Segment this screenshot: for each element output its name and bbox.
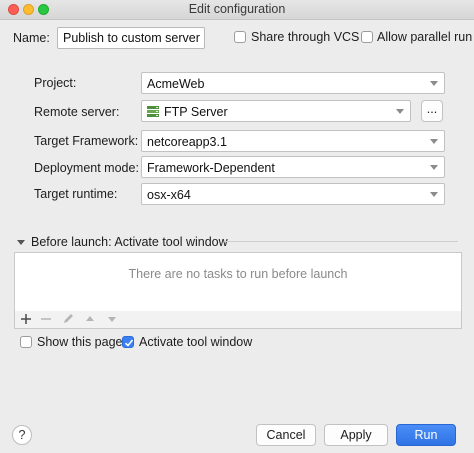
- edit-pencil-icon[interactable]: [61, 312, 75, 326]
- target-runtime-label: Target runtime:: [34, 187, 118, 201]
- remote-server-label: Remote server:: [34, 105, 120, 119]
- chevron-down-icon: [430, 165, 438, 170]
- share-vcs-label: Share through VCS: [251, 30, 360, 44]
- remote-server-value: FTP Server: [164, 105, 228, 119]
- target-runtime-value: osx-x64: [147, 188, 191, 202]
- name-input[interactable]: Publish to custom server: [57, 27, 205, 49]
- browse-servers-button[interactable]: ...: [421, 100, 443, 122]
- cancel-button[interactable]: Cancel: [256, 424, 316, 446]
- show-page-checkbox[interactable]: [20, 336, 32, 348]
- target-framework-select[interactable]: netcoreapp3.1: [141, 130, 445, 152]
- chevron-down-icon: [396, 109, 404, 114]
- project-label: Project:: [34, 76, 77, 90]
- chevron-down-icon: [430, 139, 438, 144]
- checkmark-icon: [124, 339, 134, 347]
- run-button[interactable]: Run: [396, 424, 456, 446]
- activate-tool-window-label: Activate tool window: [139, 335, 253, 349]
- apply-button[interactable]: Apply: [324, 424, 388, 446]
- before-launch-task-list[interactable]: There are no tasks to run before launch: [14, 252, 462, 312]
- move-down-icon[interactable]: [105, 312, 119, 326]
- project-value: AcmeWeb: [147, 77, 205, 91]
- allow-parallel-checkbox[interactable]: [361, 31, 373, 43]
- section-divider: [224, 241, 458, 242]
- task-list-toolbar: [14, 311, 462, 329]
- deployment-mode-label: Deployment mode:: [34, 161, 139, 175]
- target-runtime-select[interactable]: osx-x64: [141, 183, 445, 205]
- before-launch-title[interactable]: Before launch: Activate tool window: [31, 235, 228, 249]
- chevron-down-icon: [430, 81, 438, 86]
- title-bar: Edit configuration: [0, 0, 474, 20]
- move-up-icon[interactable]: [83, 312, 97, 326]
- edit-configuration-dialog: Edit configuration Name: Publish to cust…: [0, 0, 474, 453]
- allow-parallel-label: Allow parallel run: [377, 30, 473, 44]
- deployment-mode-value: Framework-Dependent: [147, 161, 275, 175]
- remote-server-select[interactable]: FTP Server: [141, 100, 411, 122]
- target-framework-label: Target Framework:: [34, 134, 139, 148]
- name-label: Name:: [13, 31, 50, 45]
- chevron-down-icon: [430, 192, 438, 197]
- activate-tool-window-checkbox[interactable]: [122, 336, 134, 348]
- project-select[interactable]: AcmeWeb: [141, 72, 445, 94]
- collapse-arrow-icon[interactable]: [17, 240, 25, 245]
- target-framework-value: netcoreapp3.1: [147, 135, 227, 149]
- remove-icon[interactable]: [39, 312, 53, 326]
- server-icon: [147, 106, 159, 117]
- deployment-mode-select[interactable]: Framework-Dependent: [141, 156, 445, 178]
- help-button[interactable]: ?: [12, 425, 32, 445]
- show-page-label: Show this page: [37, 335, 123, 349]
- empty-tasks-message: There are no tasks to run before launch: [128, 267, 348, 281]
- share-vcs-checkbox[interactable]: [234, 31, 246, 43]
- window-title: Edit configuration: [188, 2, 286, 16]
- add-icon[interactable]: [19, 312, 33, 326]
